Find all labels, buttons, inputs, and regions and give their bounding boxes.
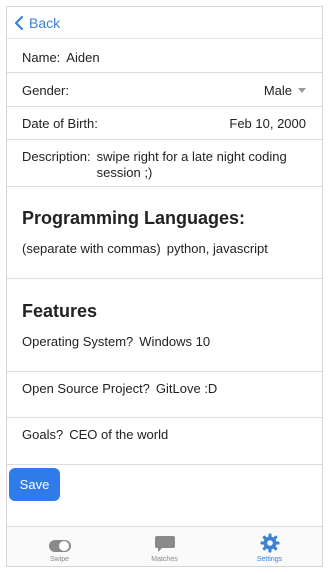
nav-bar: Back [7,7,322,39]
divider [7,139,322,140]
description-row[interactable]: Description: swipe right for a late nigh… [7,149,322,181]
divider [7,106,322,107]
toggle-icon [48,540,71,552]
caret-down-icon [298,88,306,93]
gender-row[interactable]: Gender: Male [7,83,322,98]
dob-row[interactable]: Date of Birth: Feb 10, 2000 [7,116,322,131]
open-source-row[interactable]: Open Source Project? GitLove :D [7,381,322,396]
save-button[interactable]: Save [9,468,60,501]
tab-settings[interactable]: Settings [217,527,322,566]
gender-value: Male [263,83,292,98]
goals-label: Goals? [22,427,64,442]
back-button[interactable]: Back [13,15,60,31]
name-label: Name: [22,50,61,65]
app-frame: Back Name: Aiden Gender: Male Date of Bi… [6,6,323,567]
tab-matches[interactable]: Matches [112,527,217,566]
os-field[interactable]: Windows 10 [139,334,210,349]
gear-icon [260,533,279,553]
chevron-left-icon [14,15,24,30]
tab-label: Matches [151,556,178,563]
name-row[interactable]: Name: Aiden [7,50,322,65]
open-source-field[interactable]: GitLove :D [156,381,217,396]
divider [7,278,322,279]
divider [7,417,322,418]
divider [7,72,322,73]
back-label: Back [29,14,61,31]
os-label: Operating System? [22,334,134,349]
chat-bubble-icon [154,536,175,552]
os-row[interactable]: Operating System? Windows 10 [7,334,322,349]
languages-heading: Programming Languages: [22,208,246,228]
divider [7,464,322,465]
goals-field[interactable]: CEO of the world [69,427,168,442]
dob-label: Date of Birth: [22,116,98,131]
gender-label: Gender: [22,83,69,98]
tab-bar: Swipe Matches Settings [7,526,322,566]
description-field[interactable]: swipe right for a late night coding sess… [97,149,297,181]
description-label: Description: [22,149,91,164]
divider [7,186,322,187]
open-source-label: Open Source Project? [22,381,150,396]
tab-label: Settings [256,556,283,563]
languages-row[interactable]: (separate with commas) python, javascrip… [7,241,322,256]
gender-select[interactable]: Male [264,83,306,98]
tab-swipe[interactable]: Swipe [7,527,112,566]
languages-label: (separate with commas) [22,241,161,256]
goals-row[interactable]: Goals? CEO of the world [7,427,322,442]
languages-field[interactable]: python, javascript [167,241,268,256]
tab-label: Swipe [49,556,70,563]
features-heading: Features [22,301,98,321]
divider [7,371,322,372]
name-field[interactable]: Aiden [66,50,99,65]
dob-field[interactable]: Feb 10, 2000 [229,116,306,131]
